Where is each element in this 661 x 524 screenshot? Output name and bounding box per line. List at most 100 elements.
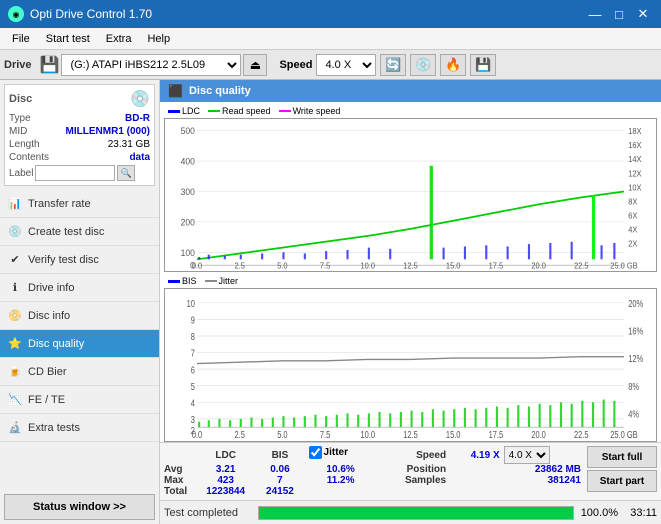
extra-tests-icon: 🔬 bbox=[8, 421, 22, 435]
bis-legend-dot bbox=[168, 280, 180, 283]
svg-text:0.0: 0.0 bbox=[192, 261, 203, 270]
svg-text:7.5: 7.5 bbox=[320, 261, 331, 270]
svg-text:20%: 20% bbox=[628, 298, 643, 309]
disc-header-label: Disc bbox=[9, 93, 32, 105]
nav-transfer-rate-label: Transfer rate bbox=[28, 198, 91, 210]
nav-transfer-rate[interactable]: 📊 Transfer rate bbox=[0, 190, 159, 218]
write-speed-legend-dot bbox=[279, 110, 291, 112]
max-jitter: 11.2% bbox=[309, 475, 373, 486]
progress-area: Test completed 100.0% 33:11 bbox=[160, 500, 661, 524]
minimize-button[interactable]: — bbox=[585, 4, 605, 24]
avg-label: Avg bbox=[164, 464, 194, 475]
svg-text:4: 4 bbox=[191, 398, 195, 409]
window-controls: — □ ✕ bbox=[585, 4, 653, 24]
disc-header-icon: 💿 bbox=[130, 89, 150, 109]
max-bis: 7 bbox=[257, 475, 302, 486]
svg-text:17.5: 17.5 bbox=[489, 429, 504, 440]
svg-text:16%: 16% bbox=[628, 326, 643, 337]
length-value: 23.31 GB bbox=[108, 139, 150, 150]
progress-bar-fill bbox=[259, 507, 573, 519]
svg-text:8X: 8X bbox=[628, 197, 638, 206]
nav-verify-test-disc-label: Verify test disc bbox=[28, 254, 99, 266]
svg-text:6X: 6X bbox=[628, 211, 638, 220]
nav-verify-test-disc[interactable]: ✔ Verify test disc bbox=[0, 246, 159, 274]
svg-text:7.5: 7.5 bbox=[320, 429, 331, 440]
write-speed-legend-label: Write speed bbox=[293, 106, 341, 116]
avg-bis: 0.06 bbox=[257, 464, 302, 475]
nav-extra-tests[interactable]: 🔬 Extra tests bbox=[0, 414, 159, 442]
svg-text:25.0 GB: 25.0 GB bbox=[610, 261, 637, 270]
nav-drive-info[interactable]: ℹ Drive info bbox=[0, 274, 159, 302]
speed-select[interactable]: 4.0 X bbox=[316, 54, 376, 76]
label-button[interactable]: 🔍 bbox=[117, 165, 135, 181]
sidebar: Disc 💿 Type BD-R MID MILLENMR1 (000) Len… bbox=[0, 80, 160, 524]
stats-area: LDC BIS Jitter Speed 4.19 X 4.0 X bbox=[160, 442, 661, 500]
stats-speed-select[interactable]: 4.0 X bbox=[504, 446, 550, 464]
svg-text:9: 9 bbox=[191, 315, 195, 326]
svg-text:16X: 16X bbox=[628, 141, 642, 150]
drive-select[interactable]: (G:) ATAPI iHBS212 2.5L09 bbox=[61, 54, 241, 76]
disc-panel: Disc 💿 Type BD-R MID MILLENMR1 (000) Len… bbox=[4, 84, 155, 186]
eject-button[interactable]: ⏏ bbox=[243, 54, 267, 76]
mid-key: MID bbox=[9, 126, 27, 137]
svg-text:12X: 12X bbox=[628, 169, 642, 178]
nav-cd-bier[interactable]: 🍺 CD Bier bbox=[0, 358, 159, 386]
title-bar: ◉ Opti Drive Control 1.70 — □ ✕ bbox=[0, 0, 661, 28]
legend-bottom: BIS Jitter bbox=[164, 274, 657, 288]
start-part-button[interactable]: Start part bbox=[587, 470, 657, 492]
menu-start-test[interactable]: Start test bbox=[38, 31, 98, 47]
save-button[interactable]: 💾 bbox=[470, 54, 496, 76]
svg-text:2.5: 2.5 bbox=[235, 429, 246, 440]
menu-extra[interactable]: Extra bbox=[98, 31, 140, 47]
nav-fe-te[interactable]: 📉 FE / TE bbox=[0, 386, 159, 414]
total-bis: 24152 bbox=[257, 486, 302, 497]
max-label: Max bbox=[164, 475, 194, 486]
nav-create-test-disc-label: Create test disc bbox=[28, 226, 104, 238]
label-input[interactable] bbox=[35, 165, 115, 181]
disc-button[interactable]: 💿 bbox=[410, 54, 436, 76]
contents-value: data bbox=[129, 152, 150, 163]
bottom-chart-container: 10 9 8 7 6 5 4 3 2 20% 16% 12% 8% 4% bbox=[164, 288, 657, 442]
legend-top: LDC Read speed Write speed bbox=[164, 104, 657, 118]
nav-create-test-disc[interactable]: 💿 Create test disc bbox=[0, 218, 159, 246]
svg-text:10: 10 bbox=[187, 298, 195, 309]
label-key: Label bbox=[9, 168, 33, 179]
drive-info-icon: ℹ bbox=[8, 281, 22, 295]
action-buttons: Start full Start part bbox=[587, 446, 657, 492]
nav-disc-info-label: Disc info bbox=[28, 310, 70, 322]
total-label: Total bbox=[164, 486, 194, 497]
start-full-button[interactable]: Start full bbox=[587, 446, 657, 468]
svg-text:10.0: 10.0 bbox=[361, 261, 376, 270]
progress-bar-container bbox=[258, 506, 574, 520]
svg-text:15.0: 15.0 bbox=[446, 261, 461, 270]
svg-text:12.5: 12.5 bbox=[403, 261, 418, 270]
burn-button[interactable]: 🔥 bbox=[440, 54, 466, 76]
menu-help[interactable]: Help bbox=[139, 31, 178, 47]
ldc-col-header: LDC bbox=[194, 446, 257, 464]
nav-disc-quality-label: Disc quality bbox=[28, 338, 84, 350]
jitter-checkbox[interactable] bbox=[309, 446, 322, 459]
refresh-button[interactable]: 🔄 bbox=[380, 54, 406, 76]
svg-text:22.5: 22.5 bbox=[574, 261, 589, 270]
type-key: Type bbox=[9, 113, 31, 124]
svg-text:5: 5 bbox=[191, 381, 195, 392]
svg-text:22.5: 22.5 bbox=[574, 429, 589, 440]
svg-text:4%: 4% bbox=[628, 409, 639, 420]
close-button[interactable]: ✕ bbox=[633, 4, 653, 24]
svg-text:2.5: 2.5 bbox=[235, 261, 246, 270]
maximize-button[interactable]: □ bbox=[609, 4, 629, 24]
svg-text:17.5: 17.5 bbox=[489, 261, 504, 270]
samples-value: 381241 bbox=[446, 475, 581, 486]
avg-jitter: 10.6% bbox=[309, 464, 373, 475]
menu-bar: File Start test Extra Help bbox=[0, 28, 661, 50]
svg-text:25.0 GB: 25.0 GB bbox=[610, 429, 638, 440]
verify-test-disc-icon: ✔ bbox=[8, 253, 22, 267]
menu-file[interactable]: File bbox=[4, 31, 38, 47]
disc-info-icon: 📀 bbox=[8, 309, 22, 323]
svg-text:3: 3 bbox=[191, 414, 195, 425]
nav-disc-info[interactable]: 📀 Disc info bbox=[0, 302, 159, 330]
type-value: BD-R bbox=[125, 113, 150, 124]
nav-disc-quality[interactable]: ⭐ Disc quality bbox=[0, 330, 159, 358]
create-test-disc-icon: 💿 bbox=[8, 225, 22, 239]
status-window-button[interactable]: Status window >> bbox=[4, 494, 155, 520]
